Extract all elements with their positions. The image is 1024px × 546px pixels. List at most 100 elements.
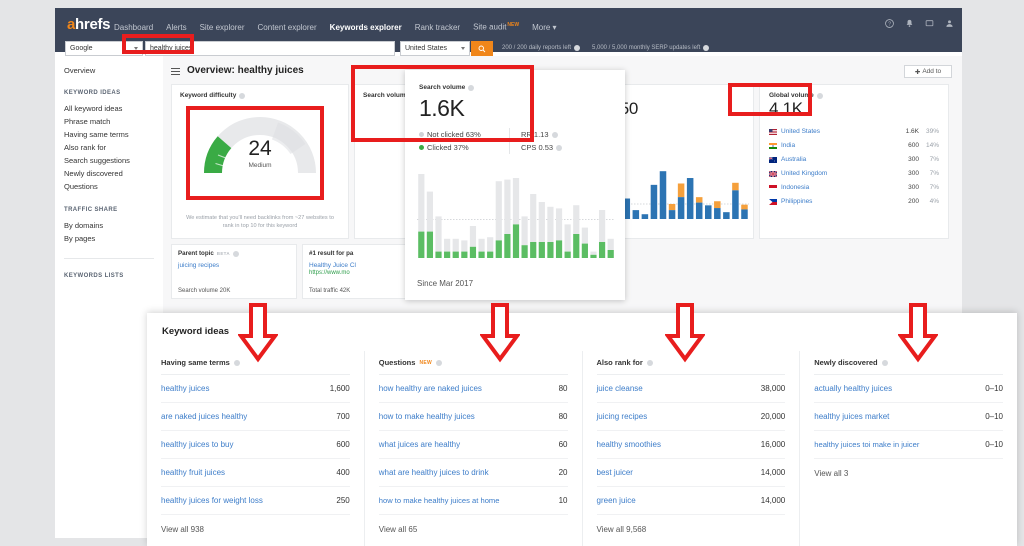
country-select[interactable]: United States xyxy=(400,41,470,56)
keyword-row[interactable]: healthy juices toi make in juicer 0–10 xyxy=(814,431,1003,459)
sidebar-item-search-suggestions[interactable]: Search suggestions xyxy=(64,154,163,167)
sidebar-heading-keywords-lists: KEYWORDS LISTS xyxy=(64,273,124,279)
keyword-row[interactable]: best juicer 14,000 xyxy=(596,459,786,487)
keyword-difficulty-note: We estimate that you'll need backlinks f… xyxy=(186,215,334,229)
keyword-input[interactable]: healthy juices xyxy=(145,41,395,56)
keyword-row[interactable]: are naked juices healthy 700 xyxy=(161,403,350,431)
keyword-row[interactable]: green juice 14,000 xyxy=(596,487,786,515)
ahrefs-logo[interactable]: aahrefshrefs xyxy=(67,16,111,33)
search-volume-since-label: Since Mar 2017 xyxy=(417,279,474,288)
keyword-row[interactable]: healthy juices market 0–10 xyxy=(814,403,1003,431)
nav-keywords-explorer[interactable]: Keywords explorer xyxy=(330,23,402,32)
info-icon[interactable] xyxy=(468,84,475,91)
country-row[interactable]: United Kingdom 300 7% xyxy=(769,167,939,181)
page-title: Overview: healthy juices xyxy=(187,65,304,76)
info-icon[interactable] xyxy=(436,359,443,366)
sidebar-divider xyxy=(64,258,154,259)
keyword-row[interactable]: actually healthy juices 0–10 xyxy=(814,375,1003,403)
ahrefs-app-window: aahrefshrefs Dashboard Alerts Site explo… xyxy=(55,8,1017,546)
nav-rank-tracker[interactable]: Rank tracker xyxy=(415,23,460,32)
view-all-link[interactable]: View all 9,568 xyxy=(597,525,786,534)
nav-more[interactable]: More ▾ xyxy=(532,23,556,32)
us-flag-icon xyxy=(769,129,777,135)
not-clicked-legend: Not clicked 63% xyxy=(419,129,481,140)
keyword-row[interactable]: what juices are healthy 60 xyxy=(378,431,568,459)
keyword-row[interactable]: juicing recipes 20,000 xyxy=(596,403,786,431)
search-volume-label: Search volume xyxy=(419,84,475,91)
country-row[interactable]: Australia 300 7% xyxy=(769,153,939,167)
quota-daily-reports: 200 / 200 daily reports left xyxy=(502,45,581,51)
info-icon[interactable] xyxy=(574,45,581,51)
keyword-row[interactable]: healthy juices for weight loss 250 xyxy=(161,487,350,515)
country-row[interactable]: Indonesia 300 7% xyxy=(769,181,939,195)
in-flag-icon xyxy=(769,143,777,149)
country-row[interactable]: Philippines 200 4% xyxy=(769,195,939,209)
keyword-row[interactable]: how healthy are naked juices 80 xyxy=(378,375,568,403)
ph-flag-icon xyxy=(769,199,777,205)
clicked-legend: Clicked 37% xyxy=(419,142,469,153)
info-icon[interactable] xyxy=(233,359,240,366)
info-icon[interactable] xyxy=(881,359,888,366)
keyword-row[interactable]: healthy juices 1,600 xyxy=(161,375,350,403)
sidebar-item-newly-discovered[interactable]: Newly discovered xyxy=(64,167,163,180)
sidebar-item-by-domains[interactable]: By domains xyxy=(64,219,163,232)
info-icon[interactable] xyxy=(646,359,653,366)
search-volume-value: 1.6K xyxy=(419,95,465,121)
help-icon[interactable]: ? xyxy=(885,19,894,28)
sidebar-item-questions[interactable]: Questions xyxy=(64,180,163,193)
account-icon[interactable] xyxy=(945,19,954,28)
sidebar-item-also-rank-for[interactable]: Also rank for xyxy=(64,141,163,154)
plus-icon: ✚ xyxy=(914,68,921,76)
keyword-row[interactable]: how to make healthy juices 80 xyxy=(378,403,568,431)
info-icon[interactable] xyxy=(556,144,563,151)
add-to-button[interactable]: ✚ Add to xyxy=(904,65,952,78)
svg-text:?: ? xyxy=(888,21,891,27)
clicked-color-dot xyxy=(419,145,424,150)
nav-alerts[interactable]: Alerts xyxy=(166,23,186,32)
search-button[interactable] xyxy=(471,41,493,56)
country-row[interactable]: India 600 14% xyxy=(769,139,939,153)
chevron-down-icon xyxy=(134,47,138,50)
keyword-row[interactable]: healthy fruit juices 400 xyxy=(161,459,350,487)
keyword-ideas-panel: Keyword ideas Having same terms healthy … xyxy=(147,313,1017,546)
info-icon[interactable] xyxy=(703,45,710,51)
view-all-link[interactable]: View all 3 xyxy=(814,469,1003,478)
view-all-link[interactable]: View all 65 xyxy=(379,525,568,534)
column-also-rank-for: Also rank for juice cleanse 38,000 juicin… xyxy=(583,351,801,546)
nav-dashboard[interactable]: Dashboard xyxy=(114,23,153,32)
keyword-row[interactable]: juice cleanse 38,000 xyxy=(596,375,786,403)
nav-site-audit[interactable]: Site auditNEW xyxy=(473,22,519,32)
parent-topic-label: Parent topic BETA xyxy=(178,250,290,257)
chat-icon[interactable] xyxy=(925,19,934,28)
sidebar-heading-keyword-ideas: KEYWORD IDEAS xyxy=(64,90,121,96)
search-engine-value: Google xyxy=(70,45,93,52)
global-volume-value: 4.1K xyxy=(769,99,803,118)
au-flag-icon xyxy=(769,157,777,163)
sidebar-item-all-keyword-ideas[interactable]: All keyword ideas xyxy=(64,102,163,115)
keyword-difficulty-rating: Medium xyxy=(248,162,272,169)
sidebar-item-by-pages[interactable]: By pages xyxy=(64,232,163,245)
info-icon[interactable] xyxy=(239,92,246,99)
info-icon[interactable] xyxy=(551,131,558,138)
search-volume-label-base: Search volume xyxy=(363,92,410,99)
nav-site-explorer[interactable]: Site explorer xyxy=(200,23,245,32)
sidebar-item-overview[interactable]: Overview xyxy=(64,66,163,75)
keyword-ideas-columns: Having same terms healthy juices 1,600 ar… xyxy=(147,351,1017,546)
country-row[interactable]: United States 1.6K 39% xyxy=(769,125,939,139)
hamburger-icon[interactable] xyxy=(171,68,180,77)
info-icon[interactable] xyxy=(232,250,239,257)
sidebar-item-phrase-match[interactable]: Phrase match xyxy=(64,115,163,128)
new-badge: NEW xyxy=(507,22,520,29)
bell-icon[interactable] xyxy=(905,19,914,28)
keyword-row[interactable]: how to make healthy juices at home 10 xyxy=(378,487,568,515)
keyword-row[interactable]: healthy juices to buy 600 xyxy=(161,431,350,459)
sidebar-item-having-same-terms[interactable]: Having same terms xyxy=(64,128,163,141)
keyword-input-value: healthy juices xyxy=(150,45,193,52)
parent-topic-link[interactable]: juicing recipes xyxy=(178,262,290,269)
search-engine-select[interactable]: Google xyxy=(65,41,143,56)
nav-content-explorer[interactable]: Content explorer xyxy=(258,23,317,32)
keyword-row[interactable]: what are healthy juices to drink 20 xyxy=(378,459,568,487)
info-icon[interactable] xyxy=(816,92,823,99)
view-all-link[interactable]: View all 938 xyxy=(161,525,350,534)
keyword-row[interactable]: healthy smoothies 16,000 xyxy=(596,431,786,459)
